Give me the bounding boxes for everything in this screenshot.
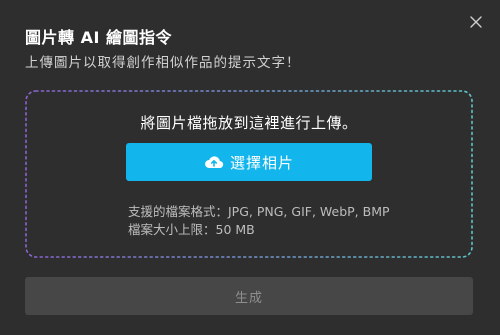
close-icon bbox=[468, 14, 484, 30]
drop-instruction: 將圖片檔拖放到這裡進行上傳。 bbox=[140, 114, 358, 132]
supported-formats-text: 支援的檔案格式：JPG, PNG, GIF, WebP, BMP bbox=[128, 204, 390, 219]
close-button[interactable] bbox=[468, 14, 484, 30]
size-limit-text: 檔案大小上限：50 MB bbox=[128, 222, 255, 237]
dialog: 圖片轉 AI 繪圖指令 上傳圖片以取得創作相似作品的提示文字！ 將圖片檔拖放到這… bbox=[0, 0, 500, 335]
choose-photo-label: 選擇相片 bbox=[229, 153, 294, 172]
cloud-upload-icon bbox=[204, 154, 224, 170]
upload-info: 支援的檔案格式：JPG, PNG, GIF, WebP, BMP 檔案大小上限：… bbox=[128, 203, 390, 239]
dialog-title: 圖片轉 AI 繪圖指令 bbox=[25, 28, 172, 47]
choose-photo-button[interactable]: 選擇相片 bbox=[126, 143, 372, 181]
file-dropzone[interactable]: 將圖片檔拖放到這裡進行上傳。 選擇相片 支援的檔案格式：JPG, PNG, GI… bbox=[25, 90, 473, 258]
dialog-subtitle: 上傳圖片以取得創作相似作品的提示文字！ bbox=[25, 55, 301, 71]
generate-button[interactable]: 生成 bbox=[25, 277, 473, 315]
